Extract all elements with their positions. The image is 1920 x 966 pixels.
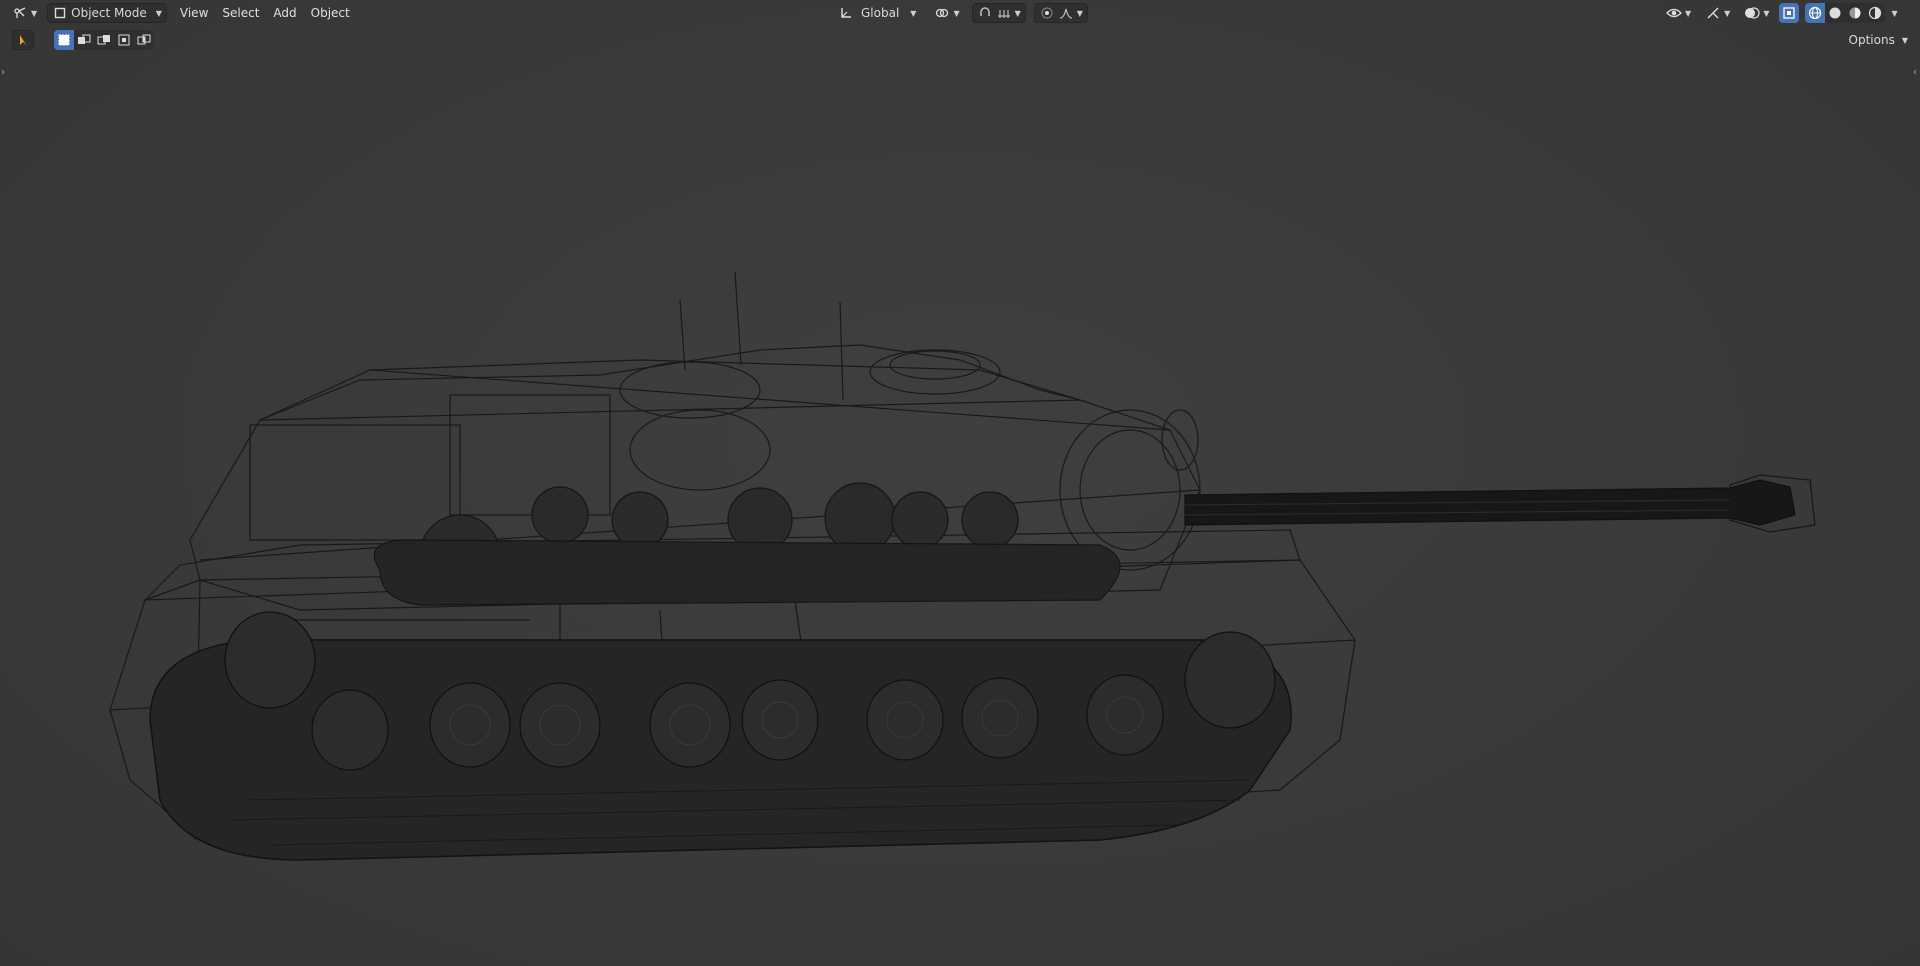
orientation-axes-icon xyxy=(838,5,854,21)
transform-orientation-dropdown[interactable]: Global ▼ xyxy=(834,3,920,23)
select-intersect-icon[interactable] xyxy=(134,30,154,50)
visibility-dropdown[interactable]: ▼ xyxy=(1662,3,1695,23)
gizmo-icon xyxy=(1705,5,1721,21)
chevron-down-icon: ▼ xyxy=(1763,8,1770,18)
chevron-down-icon: ▼ xyxy=(1076,8,1083,18)
chevron-down-icon: ▼ xyxy=(1901,35,1908,45)
eye-icon xyxy=(1666,5,1682,21)
3d-viewport[interactable]: ▼ Object Mode ▼ View Select Add Object G… xyxy=(0,0,1920,966)
chevron-down-icon[interactable]: ▼ xyxy=(1891,9,1897,18)
snap-magnet-icon xyxy=(977,5,993,21)
cursor-arrow-icon xyxy=(15,32,31,48)
header-menus: View Select Add Object xyxy=(173,3,357,23)
chevron-down-icon: ▼ xyxy=(1685,8,1692,18)
snap-toggle[interactable]: ▼ xyxy=(971,3,1026,23)
transform-controls: Global ▼ ▼ ▼ ▼ xyxy=(834,3,1088,23)
selection-mode-group xyxy=(54,30,154,50)
gizmo-toggle[interactable]: ▼ xyxy=(1701,3,1734,23)
pivot-point-dropdown[interactable]: ▼ xyxy=(930,3,963,23)
tank-wireframe-model[interactable] xyxy=(0,0,1920,966)
menu-view[interactable]: View xyxy=(173,3,215,23)
options-dropdown[interactable]: Options ▼ xyxy=(1845,30,1912,50)
shading-mode-group xyxy=(1805,3,1886,23)
menu-object[interactable]: Object xyxy=(304,3,357,23)
menu-select[interactable]: Select xyxy=(215,3,266,23)
viewport-header: ▼ Object Mode ▼ View Select Add Object G… xyxy=(0,0,1920,26)
chevron-down-icon: ▼ xyxy=(155,8,162,18)
chevron-down-icon: ▼ xyxy=(1724,8,1731,18)
sidebar-expand-arrow-icon[interactable]: ‹ xyxy=(1913,67,1917,78)
pivot-icon xyxy=(934,5,950,21)
viewport-display-controls: ▼ ▼ ▼ ▼ xyxy=(1662,3,1898,23)
object-mode-icon xyxy=(52,5,68,21)
tool-header: Options ▼ xyxy=(0,28,1920,52)
menu-add[interactable]: Add xyxy=(266,3,303,23)
editor-type-button[interactable]: ▼ xyxy=(8,3,41,23)
proportional-editing-toggle[interactable]: ▼ xyxy=(1033,3,1088,23)
material-preview-icon[interactable] xyxy=(1845,3,1866,23)
select-extend-icon[interactable] xyxy=(74,30,94,50)
select-new-icon[interactable] xyxy=(54,30,74,50)
3d-viewport-icon xyxy=(12,5,28,21)
chevron-down-icon: ▼ xyxy=(1014,8,1021,18)
chevron-down-icon: ▼ xyxy=(953,8,960,18)
toolbar-expand-arrow-icon[interactable]: › xyxy=(1,67,5,78)
overlays-icon xyxy=(1744,5,1760,21)
wireframe-shading-icon[interactable] xyxy=(1805,3,1826,23)
snap-increment-icon xyxy=(996,5,1012,21)
rendered-shading-icon[interactable] xyxy=(1865,3,1886,23)
select-invert-icon[interactable] xyxy=(114,30,134,50)
proportional-editing-icon xyxy=(1039,5,1055,21)
chevron-down-icon: ▼ xyxy=(910,8,917,18)
chevron-down-icon: ▼ xyxy=(31,8,38,18)
transform-orientation-label: Global xyxy=(861,6,900,20)
active-tool-button[interactable] xyxy=(12,30,34,50)
mode-dropdown[interactable]: Object Mode ▼ xyxy=(47,3,167,23)
xray-toggle[interactable] xyxy=(1779,3,1800,23)
select-subtract-icon[interactable] xyxy=(94,30,114,50)
options-label: Options xyxy=(1848,33,1895,47)
overlays-toggle[interactable]: ▼ xyxy=(1740,3,1773,23)
solid-shading-icon[interactable] xyxy=(1825,3,1846,23)
xray-icon xyxy=(1781,5,1797,21)
falloff-curve-icon xyxy=(1058,5,1074,21)
mode-label: Object Mode xyxy=(71,6,147,20)
